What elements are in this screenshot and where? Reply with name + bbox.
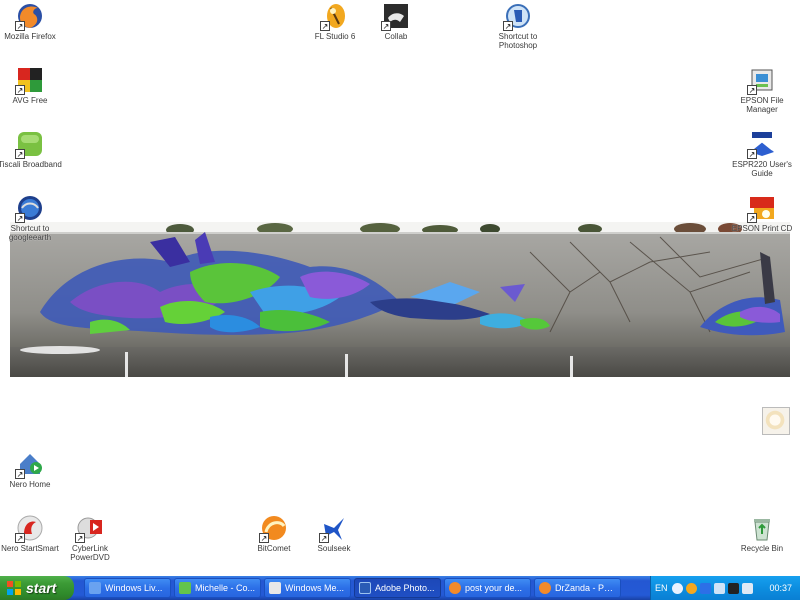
task-firefox-post[interactable]: post your de...	[444, 578, 531, 598]
windows-flag-icon	[7, 581, 21, 595]
tray-network-icon[interactable]	[713, 582, 725, 594]
task-windows-live[interactable]: Windows Liv...	[84, 578, 171, 598]
tray-orange-icon[interactable]	[685, 582, 697, 594]
floating-orb-widget[interactable]	[762, 407, 790, 435]
system-tray: EN 00:37	[650, 576, 800, 600]
start-button[interactable]: start	[0, 576, 74, 600]
icon-label: ESPR220 User's Guide	[732, 160, 792, 178]
task-media-player[interactable]: Windows Me...	[264, 578, 351, 598]
google-earth-icon: ↗	[15, 194, 44, 223]
desktop-icon-google-earth[interactable]: ↗ Shortcut to googleearth	[0, 194, 68, 242]
icon-label: Collab	[384, 32, 408, 41]
photoshop-icon: ↗	[503, 2, 532, 31]
desktop-icon-soulseek[interactable]: ↗ Soulseek	[296, 514, 372, 553]
epson-print-cd-icon: ↗	[747, 194, 776, 223]
tray-bird-icon[interactable]	[699, 582, 711, 594]
epson-file-manager-icon: ↗	[747, 66, 776, 95]
desktop-icon-epson-guide[interactable]: ↗ ESPR220 User's Guide	[724, 130, 800, 178]
icon-label: Soulseek	[317, 544, 351, 553]
windows-live-icon	[89, 582, 101, 594]
icon-label: Recycle Bin	[740, 544, 784, 553]
task-label: Adobe Photo...	[375, 583, 435, 593]
icon-label: EPSON File Manager	[740, 96, 784, 114]
task-messenger[interactable]: Michelle - Co...	[174, 578, 261, 598]
desktop-icon-photoshop[interactable]: ↗ Shortcut to Photoshop	[480, 2, 556, 50]
avg-icon: ↗	[15, 66, 44, 95]
soulseek-icon: ↗	[319, 514, 348, 543]
tray-avg-icon[interactable]	[727, 582, 739, 594]
tiscali-icon: ↗	[15, 130, 44, 159]
icon-label: Tiscali Broadband	[0, 160, 62, 169]
task-label: Windows Me...	[285, 583, 345, 593]
tray-volume-icon[interactable]	[741, 582, 753, 594]
task-label: post your de...	[465, 583, 523, 593]
desktop-icon-epson-print-cd[interactable]: ↗ EPSON Print CD	[724, 194, 800, 233]
clock[interactable]: 00:37	[769, 583, 792, 593]
icon-label: Mozilla Firefox	[4, 32, 56, 41]
desktop-icon-powerdvd[interactable]: ↗ CyberLink PowerDVD	[52, 514, 128, 562]
icon-label: AVG Free	[12, 96, 48, 105]
nero-startsmart-icon: ↗	[15, 514, 44, 543]
task-label: DrZanda - Ph...	[555, 583, 616, 593]
firefox-icon	[539, 582, 551, 594]
tray-nav-icon[interactable]	[671, 582, 683, 594]
epson-guide-icon: ↗	[747, 130, 776, 159]
fl-studio-icon: ↗	[320, 2, 349, 31]
media-player-icon	[269, 582, 281, 594]
icon-label: Shortcut to Photoshop	[498, 32, 538, 50]
language-indicator[interactable]: EN	[655, 583, 668, 593]
desktop-icon-epson-file-manager[interactable]: ↗ EPSON File Manager	[724, 66, 800, 114]
messenger-icon	[179, 582, 191, 594]
task-firefox-drzanda[interactable]: DrZanda - Ph...	[534, 578, 621, 598]
nero-home-icon: ↗	[15, 450, 44, 479]
firefox-icon	[449, 582, 461, 594]
task-label: Michelle - Co...	[195, 583, 256, 593]
taskbar: start Windows Liv... Michelle - Co... Wi…	[0, 576, 800, 600]
orb-icon	[765, 410, 785, 430]
icon-label: BitComet	[257, 544, 291, 553]
icon-label: CyberLink PowerDVD	[70, 544, 110, 562]
collab-icon: ↗	[381, 2, 410, 31]
desktop-icon-tiscali[interactable]: ↗ Tiscali Broadband	[0, 130, 68, 169]
desktop-icon-avg[interactable]: ↗ AVG Free	[0, 66, 68, 105]
desktop-icon-firefox[interactable]: ↗ Mozilla Firefox	[0, 2, 68, 41]
desktop-icon-nero-home[interactable]: ↗ Nero Home	[0, 450, 68, 489]
task-label: Windows Liv...	[105, 583, 163, 593]
start-label: start	[26, 580, 57, 596]
icon-label: FL Studio 6	[314, 32, 356, 41]
recycle-bin-icon	[748, 514, 776, 542]
task-photoshop[interactable]: Adobe Photo...	[354, 578, 441, 598]
photoshop-icon	[359, 582, 371, 594]
icon-label: Nero Home	[9, 480, 51, 489]
desktop-icon-recycle-bin[interactable]: Recycle Bin	[724, 514, 800, 553]
desktop: ↗ Mozilla Firefox ↗ AVG Free ↗ Tiscali B…	[0, 0, 800, 576]
desktop-icon-collab[interactable]: ↗ Collab	[358, 2, 434, 41]
task-buttons: Windows Liv... Michelle - Co... Windows …	[74, 578, 650, 598]
powerdvd-icon: ↗	[75, 514, 104, 543]
firefox-icon: ↗	[15, 2, 44, 31]
icon-label: Nero StartSmart	[1, 544, 59, 553]
icon-label: Shortcut to googleearth	[8, 224, 52, 242]
wallpaper-graffiti	[10, 222, 790, 377]
icon-label: EPSON Print CD	[731, 224, 793, 233]
bitcomet-icon: ↗	[259, 514, 288, 543]
